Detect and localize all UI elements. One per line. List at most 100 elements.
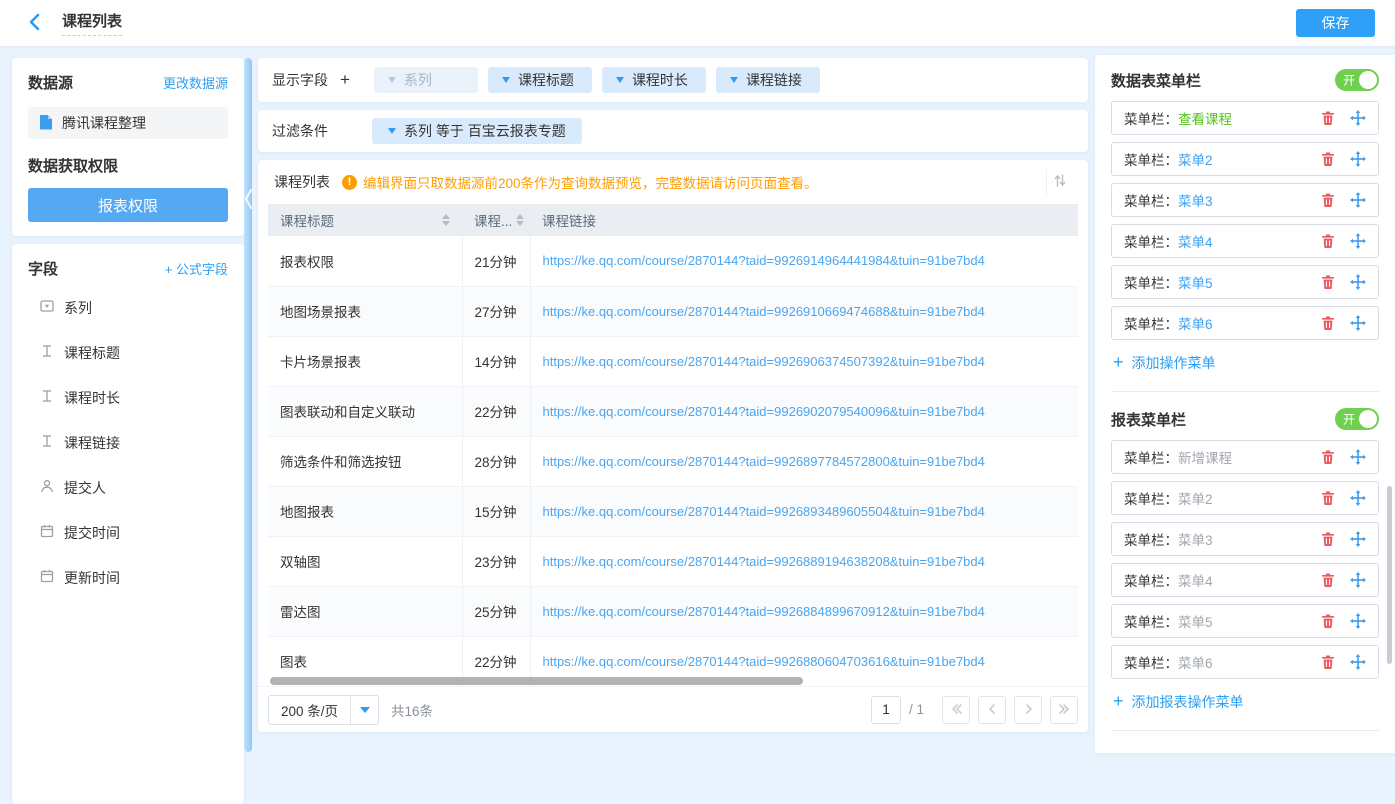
trash-icon[interactable] bbox=[1320, 654, 1336, 670]
course-link[interactable]: https://ke.qq.com/course/2870144?taid=99… bbox=[543, 654, 985, 669]
horizontal-scrollbar[interactable] bbox=[270, 677, 803, 685]
course-link[interactable]: https://ke.qq.com/course/2870144?taid=99… bbox=[543, 604, 985, 619]
field-item-course-duration[interactable]: 课程时长 bbox=[28, 375, 228, 420]
current-page-input[interactable]: 1 bbox=[871, 696, 901, 724]
report-menu-toggle[interactable]: 开 bbox=[1335, 408, 1379, 430]
prev-page-button[interactable] bbox=[978, 696, 1006, 724]
datasource-item[interactable]: 腾讯课程整理 bbox=[28, 107, 228, 139]
menu-item[interactable]: 菜单栏：查看课程 bbox=[1111, 101, 1379, 135]
course-link[interactable]: https://ke.qq.com/course/2870144?taid=99… bbox=[543, 404, 985, 419]
trash-icon[interactable] bbox=[1320, 449, 1336, 465]
page-size-select[interactable]: 200 条/页 bbox=[268, 695, 379, 725]
fields-card: 字段 + 公式字段 系列 课程标题 课程时长 课程链接 提交人 提交时间 bbox=[12, 244, 244, 804]
table-row: 筛选条件和筛选按钮 28分钟 https://ke.qq.com/course/… bbox=[268, 436, 1078, 486]
table-row: 图表联动和自定义联动 22分钟 https://ke.qq.com/course… bbox=[268, 386, 1078, 436]
plus-icon: + bbox=[1113, 691, 1124, 712]
move-icon[interactable] bbox=[1350, 274, 1366, 290]
save-button[interactable]: 保存 bbox=[1296, 9, 1375, 37]
display-fields-bar: 显示字段 + 系列 课程标题 课程时长 课程链接 bbox=[258, 58, 1088, 102]
text-icon bbox=[40, 434, 54, 451]
move-icon[interactable] bbox=[1350, 151, 1366, 167]
back-button[interactable] bbox=[20, 9, 48, 37]
add-formula-field-link[interactable]: + 公式字段 bbox=[165, 259, 228, 278]
menu-item[interactable]: 菜单栏：菜单4 bbox=[1111, 224, 1379, 258]
trash-icon[interactable] bbox=[1320, 572, 1336, 588]
section-divider bbox=[1111, 391, 1379, 392]
chevron-down-icon bbox=[616, 77, 624, 83]
move-icon[interactable] bbox=[1350, 572, 1366, 588]
trash-icon[interactable] bbox=[1320, 531, 1336, 547]
trash-icon[interactable] bbox=[1320, 315, 1336, 331]
course-link[interactable]: https://ke.qq.com/course/2870144?taid=99… bbox=[543, 253, 985, 268]
menu-item[interactable]: 菜单栏：菜单6 bbox=[1111, 306, 1379, 340]
display-field-tag-course-title[interactable]: 课程标题 bbox=[488, 67, 592, 93]
move-icon[interactable] bbox=[1350, 110, 1366, 126]
datatable-menu-heading: 数据表菜单栏 bbox=[1111, 70, 1201, 91]
column-header-course-duration[interactable]: 课程... bbox=[462, 204, 530, 236]
menu-item[interactable]: 菜单栏：新增课程 bbox=[1111, 440, 1379, 474]
menu-item[interactable]: 菜单栏：菜单5 bbox=[1111, 604, 1379, 638]
datatable-menu-toggle[interactable]: 开 bbox=[1335, 69, 1379, 91]
report-permission-button[interactable]: 报表权限 bbox=[28, 188, 228, 222]
move-icon[interactable] bbox=[1350, 192, 1366, 208]
last-page-button[interactable] bbox=[1050, 696, 1078, 724]
move-icon[interactable] bbox=[1350, 449, 1366, 465]
course-link[interactable]: https://ke.qq.com/course/2870144?taid=99… bbox=[543, 454, 985, 469]
trash-icon[interactable] bbox=[1320, 110, 1336, 126]
row-order-button[interactable] bbox=[1046, 169, 1072, 195]
change-datasource-link[interactable]: 更改数据源 bbox=[163, 73, 228, 92]
course-link[interactable]: https://ke.qq.com/course/2870144?taid=99… bbox=[543, 354, 985, 369]
vertical-scrollbar[interactable] bbox=[1387, 486, 1392, 664]
course-link[interactable]: https://ke.qq.com/course/2870144?taid=99… bbox=[543, 304, 985, 319]
next-page-button[interactable] bbox=[1014, 696, 1042, 724]
table-row: 卡片场景报表 14分钟 https://ke.qq.com/course/287… bbox=[268, 336, 1078, 386]
trash-icon[interactable] bbox=[1320, 274, 1336, 290]
course-link[interactable]: https://ke.qq.com/course/2870144?taid=99… bbox=[543, 504, 985, 519]
field-item-update-time[interactable]: 更新时间 bbox=[28, 555, 228, 600]
sort-arrows-icon bbox=[516, 214, 524, 226]
menu-item[interactable]: 菜单栏：菜单6 bbox=[1111, 645, 1379, 679]
column-header-course-link: 课程链接 bbox=[530, 204, 1078, 236]
course-link[interactable]: https://ke.qq.com/course/2870144?taid=99… bbox=[543, 554, 985, 569]
document-icon bbox=[38, 114, 54, 133]
move-icon[interactable] bbox=[1350, 654, 1366, 670]
filter-condition-tag[interactable]: 系列 等于 百宝云报表专题 bbox=[372, 118, 582, 144]
menu-item[interactable]: 菜单栏：菜单2 bbox=[1111, 481, 1379, 515]
trash-icon[interactable] bbox=[1320, 613, 1336, 629]
sidebar-collapse-handle[interactable] bbox=[244, 58, 252, 752]
menu-item[interactable]: 菜单栏：菜单3 bbox=[1111, 183, 1379, 217]
add-operation-menu-link[interactable]: + 添加操作菜单 bbox=[1113, 352, 1379, 373]
menu-item[interactable]: 菜单栏：菜单5 bbox=[1111, 265, 1379, 299]
display-fields-label: 显示字段 bbox=[272, 70, 328, 90]
display-field-tag-course-duration[interactable]: 课程时长 bbox=[602, 67, 706, 93]
page-title: 课程列表 bbox=[62, 10, 122, 36]
menu-item[interactable]: 菜单栏：菜单2 bbox=[1111, 142, 1379, 176]
filter-bar: 过滤条件 系列 等于 百宝云报表专题 bbox=[258, 110, 1088, 152]
menu-item[interactable]: 菜单栏：菜单3 bbox=[1111, 522, 1379, 556]
column-header-course-title[interactable]: 课程标题 bbox=[268, 204, 462, 236]
trash-icon[interactable] bbox=[1320, 233, 1336, 249]
field-item-submit-time[interactable]: 提交时间 bbox=[28, 510, 228, 555]
move-icon[interactable] bbox=[1350, 490, 1366, 506]
move-icon[interactable] bbox=[1350, 315, 1366, 331]
field-item-series[interactable]: 系列 bbox=[28, 285, 228, 330]
move-icon[interactable] bbox=[1350, 531, 1366, 547]
menu-settings-panel: 数据表菜单栏 开 菜单栏：查看课程 菜单栏：菜单2 菜单栏：菜单3 菜单栏：菜单… bbox=[1095, 55, 1395, 753]
first-page-button[interactable] bbox=[942, 696, 970, 724]
menu-item[interactable]: 菜单栏：菜单4 bbox=[1111, 563, 1379, 597]
display-field-tag-course-link[interactable]: 课程链接 bbox=[716, 67, 820, 93]
chevron-right-icon bbox=[1022, 702, 1035, 718]
move-icon[interactable] bbox=[1350, 233, 1366, 249]
datasource-item-label: 腾讯课程整理 bbox=[62, 113, 146, 133]
field-item-course-link[interactable]: 课程链接 bbox=[28, 420, 228, 465]
field-item-submitter[interactable]: 提交人 bbox=[28, 465, 228, 510]
add-report-operation-menu-link[interactable]: + 添加报表操作菜单 bbox=[1113, 691, 1379, 712]
trash-icon[interactable] bbox=[1320, 490, 1336, 506]
field-item-course-title[interactable]: 课程标题 bbox=[28, 330, 228, 375]
double-chevron-right-icon bbox=[1058, 702, 1071, 718]
trash-icon[interactable] bbox=[1320, 151, 1336, 167]
trash-icon[interactable] bbox=[1320, 192, 1336, 208]
move-icon[interactable] bbox=[1350, 613, 1366, 629]
add-display-field-button[interactable]: + bbox=[340, 70, 350, 90]
display-field-tag-series[interactable]: 系列 bbox=[374, 67, 478, 93]
